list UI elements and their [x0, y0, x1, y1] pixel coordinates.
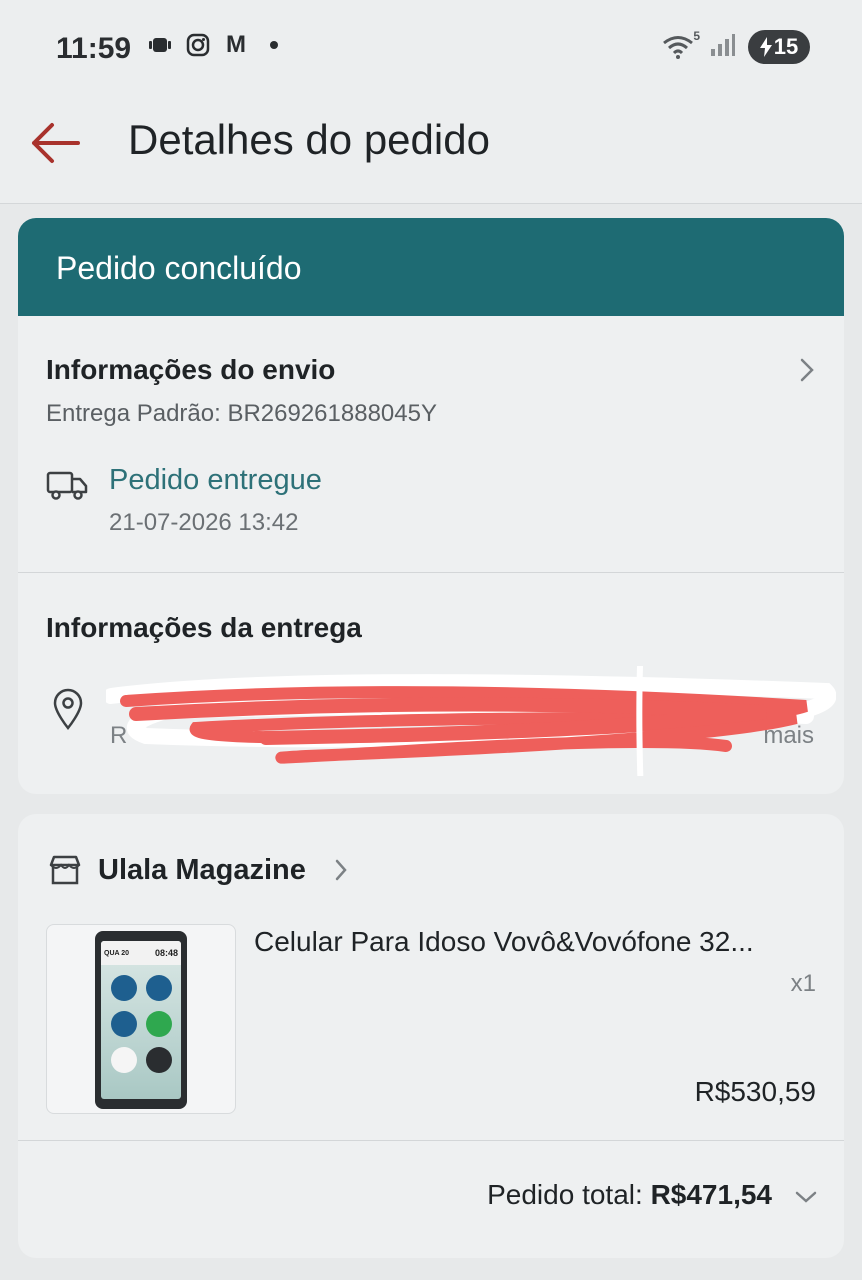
chevron-right-icon [335, 859, 347, 881]
signal-icon [710, 33, 736, 62]
product-name[interactable]: Celular Para Idoso Vovô&Vovófone 32... [254, 926, 754, 958]
phone-screen: QUA 20 08:48 [101, 941, 181, 1099]
store-name: Ulala Magazine [98, 853, 306, 886]
phone-day: QUA 20 [104, 949, 130, 957]
order-status-banner: Pedido concluído [18, 218, 844, 316]
gmail-icon: M [226, 31, 246, 58]
truck-icon [46, 471, 88, 500]
phone-topbar: QUA 20 08:48 [101, 941, 181, 965]
phone-app-grid [101, 965, 181, 1083]
dot-icon [262, 33, 286, 57]
order-total-label: Pedido total: [487, 1179, 643, 1210]
product-thumbnail[interactable]: QUA 20 08:48 [46, 924, 236, 1114]
phone-call-icon [110, 975, 137, 1001]
chevron-down-icon[interactable] [794, 1189, 818, 1205]
whatsapp-icon [145, 1011, 172, 1037]
order-total-row[interactable]: Pedido total: R$471,54 [18, 1140, 844, 1258]
location-pin-icon [53, 688, 83, 730]
voicemail-icon [148, 33, 172, 57]
product-price: R$530,59 [694, 1076, 816, 1107]
back-arrow-icon [32, 123, 80, 163]
phone-clock: 08:48 [154, 948, 178, 958]
phone-image: QUA 20 08:48 [95, 931, 187, 1109]
system-icons: 5 15 [662, 29, 810, 64]
store-link[interactable]: Ulala Magazine [48, 850, 348, 890]
chevron-right-icon[interactable] [798, 356, 816, 384]
shipping-info-section[interactable]: Informações do envio Entrega Padrão: BR2… [18, 316, 844, 573]
notification-icons: M [148, 31, 286, 58]
status-bar: 11:59 M 5 15 [0, 0, 862, 100]
shipping-info-title: Informações do envio [46, 354, 336, 385]
order-total-value: R$471,54 [650, 1179, 772, 1210]
product-quantity: x1 [790, 970, 816, 997]
instagram-icon [186, 33, 210, 57]
battery-level: 15 [773, 34, 799, 59]
camera-icon [110, 1011, 137, 1037]
shipping-timestamp: 21-07-2026 13:42 [109, 509, 299, 536]
back-button[interactable] [28, 118, 84, 168]
order-items-card: Ulala Magazine QUA 20 08:48 Celular Para… [18, 814, 844, 1258]
mail-icon [145, 975, 172, 1001]
wifi-label: 5 [693, 29, 700, 43]
wifi-icon: 5 [662, 29, 700, 61]
shipping-status: Pedido entregue [109, 464, 322, 496]
shipping-method-tracking: Entrega Padrão: BR269261888045Y [46, 400, 437, 427]
redaction-scribble [106, 666, 836, 776]
app-header: Detalhes do pedido [0, 100, 862, 204]
apps-icon [145, 1047, 172, 1073]
order-total: Pedido total: R$471,54 [487, 1179, 772, 1211]
status-time: 11:59 [56, 32, 132, 65]
delivery-info-section: Informações da entrega R mais [18, 574, 844, 794]
sos-icon [110, 1047, 137, 1073]
delivery-info-title: Informações da entrega [46, 612, 362, 643]
battery-indicator: 15 [748, 30, 810, 64]
page-title: Detalhes do pedido [128, 116, 490, 163]
order-info-card: Pedido concluído Informações do envio En… [18, 218, 844, 794]
store-icon [49, 855, 81, 885]
charging-bolt-icon [759, 37, 772, 57]
